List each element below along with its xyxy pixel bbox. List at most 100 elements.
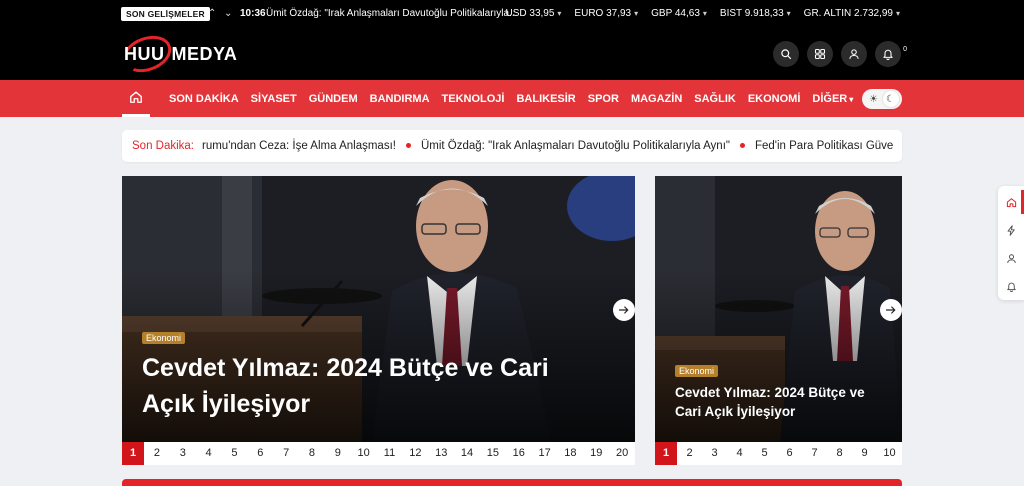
separator-dot [405,143,411,149]
page-button[interactable]: 16 [506,442,532,465]
page-button[interactable]: 7 [273,442,299,465]
slider-pagination: 1 2 3 4 5 6 7 8 9 10 [655,442,902,465]
rail-account-button[interactable] [998,244,1024,272]
theme-toggle[interactable]: ☀ ☾ [862,89,902,109]
ticker-news-time: 10:36 [240,8,266,19]
headline[interactable]: Cevdet Yılmaz: 2024 Bütçe ve Cari Açık İ… [675,383,890,421]
rate-euro[interactable]: EURO 37,93 ▾ [574,6,638,22]
chevron-down-icon: ▾ [849,94,854,104]
caret-down-icon: ▾ [702,9,707,18]
breaking-item[interactable]: rumu'ndan Ceza: İşe Alma Anlaşması! [202,140,396,152]
page-button[interactable]: 5 [752,442,777,465]
rate-usd[interactable]: USD 33,95 ▾ [505,6,561,22]
chevron-up-icon[interactable]: ⌃ [208,7,216,21]
page-button[interactable]: 14 [454,442,480,465]
nav-item-balikesir[interactable]: BALIKESİR [516,93,575,105]
caret-down-icon: ▾ [895,9,900,18]
header-actions: 0 [773,41,907,67]
page-button[interactable]: 17 [532,442,558,465]
home-icon [130,91,142,103]
rate-gbp[interactable]: GBP 44,63 ▾ [651,6,707,22]
bell-icon [1006,282,1016,292]
next-slide-button[interactable] [880,299,902,321]
ticker-news-link[interactable]: Ümit Özdağ: "Irak Anlaşmaları Davutoğlu … [266,6,521,22]
headline[interactable]: Cevdet Yılmaz: 2024 Bütçe ve Cari Açık İ… [142,350,602,422]
page-button[interactable]: 19 [583,442,609,465]
category-badge[interactable]: Ekonomi [142,332,186,344]
search-icon [781,49,792,60]
page-button[interactable]: 10 [877,442,902,465]
caret-down-icon: ▾ [557,9,562,18]
search-button[interactable] [773,41,799,67]
page-button[interactable]: 6 [247,442,273,465]
user-icon [1006,253,1016,263]
page-button[interactable]: 8 [299,442,325,465]
nav-item-saglik[interactable]: SAĞLIK [694,93,736,105]
caret-down-icon: ▾ [786,9,791,18]
page-button[interactable]: 6 [777,442,802,465]
nav-item-gundem[interactable]: GÜNDEM [309,93,358,105]
page-button[interactable]: 4 [196,442,222,465]
page-button[interactable]: 2 [677,442,702,465]
breaking-item[interactable]: Fed'in Para Politikası Güven [755,140,894,152]
page-button[interactable]: 3 [170,442,196,465]
nav-item-spor[interactable]: SPOR [588,93,619,105]
page-button[interactable]: 20 [609,442,635,465]
nav-item-bandirma[interactable]: BANDIRMA [370,93,430,105]
page-button[interactable]: 18 [558,442,584,465]
page-button[interactable]: 7 [802,442,827,465]
nav-home[interactable] [122,80,150,117]
breaking-item[interactable]: Ümit Özdağ: "Irak Anlaşmaları Davutoğlu … [421,140,730,152]
lightning-icon [1007,224,1015,236]
floating-quick-menu [998,186,1024,300]
separator-dot [739,143,745,149]
rate-bist[interactable]: BIST 9.918,33 ▾ [720,6,791,22]
next-slide-button[interactable] [613,299,635,321]
nav-item-diger[interactable]: DİĞER ▾ [812,93,853,105]
rail-home-button[interactable] [998,188,1024,216]
grid-icon [814,48,826,60]
notifications-button[interactable]: 0 [875,41,907,67]
breaking-news-strip: Son Dakika: rumu'ndan Ceza: İşe Alma Anl… [122,130,902,162]
rate-gold[interactable]: GR. ALTIN 2.732,99 ▾ [804,6,900,22]
page-button[interactable]: 4 [727,442,752,465]
user-icon [849,49,859,59]
nav-item-magazin[interactable]: MAGAZİN [631,93,682,105]
page-button[interactable]: 9 [325,442,351,465]
caret-down-icon: ▾ [634,9,639,18]
nav-item-son-dakika[interactable]: SON DAKİKA [169,93,239,105]
page-button[interactable]: 1 [655,442,677,465]
site-logo[interactable]: HUU MEDYA [117,29,237,79]
rail-notifications-button[interactable] [998,272,1024,300]
chevron-down-icon[interactable]: ⌄ [224,7,232,21]
page-button[interactable]: 12 [402,442,428,465]
page-button[interactable]: 5 [222,442,248,465]
account-button[interactable] [841,41,867,67]
page-button[interactable]: 13 [428,442,454,465]
slider-pagination: 1 2 3 4 5 6 7 8 9 10 11 12 13 14 15 16 1… [122,442,635,465]
apps-button[interactable] [807,41,833,67]
page-button[interactable]: 15 [480,442,506,465]
breaking-track: rumu'ndan Ceza: İşe Alma Anlaşması! Ümit … [202,130,894,162]
bell-icon [883,49,893,60]
latest-news-badge: SON GELİŞMELER [121,7,210,21]
page-button[interactable]: 9 [852,442,877,465]
page-button[interactable]: 10 [351,442,377,465]
sun-icon: ☀ [869,93,878,105]
page-button[interactable]: 1 [122,442,144,465]
nav-item-teknoloji[interactable]: TEKNOLOJİ [442,93,505,105]
side-news-slider[interactable]: Ekonomi Cevdet Yılmaz: 2024 Bütçe ve Car… [655,176,902,465]
category-badge[interactable]: Ekonomi [675,365,719,377]
page-button[interactable]: 2 [144,442,170,465]
arrow-right-icon [618,306,629,314]
page-button[interactable]: 11 [377,442,403,465]
nav-item-siyaset[interactable]: SİYASET [251,93,297,105]
top-ticker-bar: SON GELİŞMELER ⌃ ⌄ 10:36 Ümit Özdağ: "Ir… [0,0,1024,27]
exchange-rates: USD 33,95 ▾ EURO 37,93 ▾ GBP 44,63 ▾ BIST 9… [505,6,900,22]
rail-breaking-button[interactable] [998,216,1024,244]
moon-icon: ☾ [882,91,899,107]
page-button[interactable]: 3 [702,442,727,465]
nav-item-ekonomi[interactable]: EKONOMİ [748,93,801,105]
page-button[interactable]: 8 [827,442,852,465]
main-news-slider[interactable]: Ekonomi Cevdet Yılmaz: 2024 Bütçe ve Car… [122,176,635,465]
